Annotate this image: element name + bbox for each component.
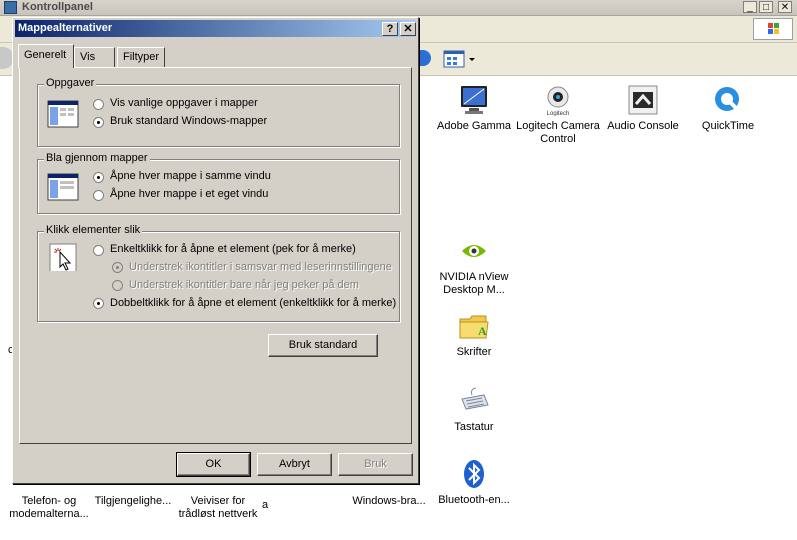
- cp-item-label: Audio Console: [607, 120, 679, 132]
- cp-item-label: Skrifter: [456, 346, 492, 358]
- cp-item-logitech-camera[interactable]: Logitech Logitech Camera Control: [516, 84, 600, 146]
- monitor-icon: [461, 86, 487, 114]
- cp-item-audio-console[interactable]: Audio Console: [601, 84, 685, 133]
- browse-window-icon: [47, 173, 79, 201]
- radio-underline-browser-label: Understrek ikontitler i samsvar med lese…: [129, 261, 392, 273]
- cp-item-windows-firewall[interactable]: Windows-bra...: [347, 495, 431, 508]
- svg-text:Logitech: Logitech: [547, 111, 570, 116]
- minimize-button[interactable]: _: [743, 1, 757, 13]
- control-panel-icon: [4, 1, 17, 14]
- browse-group-label: Bla gjennom mapper: [44, 152, 150, 164]
- radio-double-click-label[interactable]: Dobbeltklikk for å åpne et element (enke…: [110, 297, 396, 309]
- folder-options-dialog: Mappealternativer ? ✕ Generelt Vis Filty…: [12, 17, 419, 484]
- svg-text:A: A: [478, 324, 487, 338]
- tab-general[interactable]: Generelt: [18, 44, 74, 68]
- dialog-titlebar[interactable]: Mappealternativer ? ✕: [15, 20, 416, 37]
- cp-item-label: Tastatur: [454, 421, 494, 433]
- cp-item-partial-label: a: [262, 499, 269, 511]
- cp-item-label: QuickTime: [701, 120, 755, 132]
- cp-item-label: Adobe Gamma: [437, 120, 511, 132]
- click-pointer-icon: [49, 243, 77, 271]
- fonts-folder-icon: A: [459, 315, 489, 339]
- cp-item-accessibility[interactable]: Tilgjengelighe...: [91, 495, 175, 508]
- cp-item-adobe-gamma[interactable]: Adobe Gamma: [432, 84, 516, 133]
- cp-item-wireless-wizard[interactable]: Veiviser for trådløst nettverk: [176, 495, 260, 521]
- radio-classic-folders[interactable]: [93, 117, 104, 128]
- views-icon: [443, 50, 475, 68]
- tab-view[interactable]: Vis: [74, 47, 115, 67]
- maximize-button[interactable]: □: [759, 1, 773, 13]
- radio-underline-hover-label: Understrek ikontitler bare når jeg peker…: [129, 279, 359, 291]
- control-panel-title: Kontrollpanel: [22, 1, 93, 13]
- cp-item-bluetooth[interactable]: Bluetooth-en...: [432, 458, 516, 507]
- views-button[interactable]: [441, 47, 479, 71]
- windows-logo-icon: [768, 23, 779, 34]
- tab-file-types[interactable]: Filtyper: [117, 47, 165, 67]
- radio-same-window-label[interactable]: Åpne hver mappe i samme vindu: [110, 170, 271, 182]
- tab-panel-general: Oppgaver Vis vanlige oppgaver i mapper B…: [19, 67, 412, 444]
- browse-group: [37, 159, 400, 214]
- radio-single-click-label[interactable]: Enkeltklikk for å åpne et element (pek f…: [110, 243, 356, 255]
- keyboard-icon: [461, 387, 489, 410]
- radio-own-window-label[interactable]: Åpne hver mappe i et eget vindu: [110, 188, 268, 200]
- cp-item-label: NVIDIA nView Desktop M...: [439, 271, 509, 296]
- cp-item-phone-modem[interactable]: Telefon- og modemalterna...: [5, 495, 93, 521]
- dialog-title: Mappealternativer: [18, 22, 113, 34]
- cp-item-label: Veiviser for trådløst nettverk: [178, 495, 258, 520]
- radio-same-window[interactable]: [93, 172, 104, 183]
- logitech-icon: Logitech: [547, 86, 570, 116]
- restore-defaults-button[interactable]: Bruk standard: [268, 334, 378, 357]
- cp-item-nvidia-nview[interactable]: NVIDIA nView Desktop M...: [432, 235, 516, 297]
- cp-item-quicktime[interactable]: QuickTime: [686, 84, 770, 133]
- tasks-group-label: Oppgaver: [44, 77, 97, 89]
- cp-item-label: Bluetooth-en...: [438, 494, 510, 506]
- radio-single-click[interactable]: [93, 245, 104, 256]
- tasks-window-icon: [47, 100, 79, 128]
- radio-double-click[interactable]: [93, 298, 104, 309]
- click-group-label: Klikk elementer slik: [44, 224, 143, 236]
- close-window-button[interactable]: ✕: [778, 1, 792, 13]
- windows-logo-box: [753, 18, 793, 40]
- apply-button[interactable]: Bruk: [338, 453, 413, 476]
- help-button[interactable]: ?: [382, 22, 398, 36]
- audio-console-icon: [628, 85, 658, 115]
- bluetooth-icon: [464, 460, 484, 488]
- radio-underline-browser: [112, 262, 123, 273]
- cp-item-label: Logitech Camera Control: [516, 120, 600, 145]
- cp-item-keyboard[interactable]: Tastatur: [432, 385, 516, 434]
- cp-item-label: Telefon- og modemalterna...: [9, 495, 89, 520]
- control-panel-titlebar: [0, 0, 797, 16]
- ok-button[interactable]: OK: [176, 452, 251, 477]
- radio-show-common-tasks[interactable]: [93, 99, 104, 110]
- radio-classic-folders-label[interactable]: Bruk standard Windows-mapper: [110, 115, 267, 127]
- radio-show-common-tasks-label[interactable]: Vis vanlige oppgaver i mapper: [110, 97, 258, 109]
- radio-underline-hover: [112, 280, 123, 291]
- radio-own-window[interactable]: [93, 190, 104, 201]
- cp-item-label: Tilgjengelighe...: [94, 495, 172, 507]
- cancel-button[interactable]: Avbryt: [257, 453, 332, 476]
- cp-item-label: Windows-bra...: [352, 495, 426, 507]
- close-button[interactable]: ✕: [400, 22, 416, 36]
- quicktime-icon: [715, 87, 740, 112]
- nvidia-icon: [462, 245, 486, 257]
- cp-item-fonts[interactable]: A Skrifter: [432, 310, 516, 359]
